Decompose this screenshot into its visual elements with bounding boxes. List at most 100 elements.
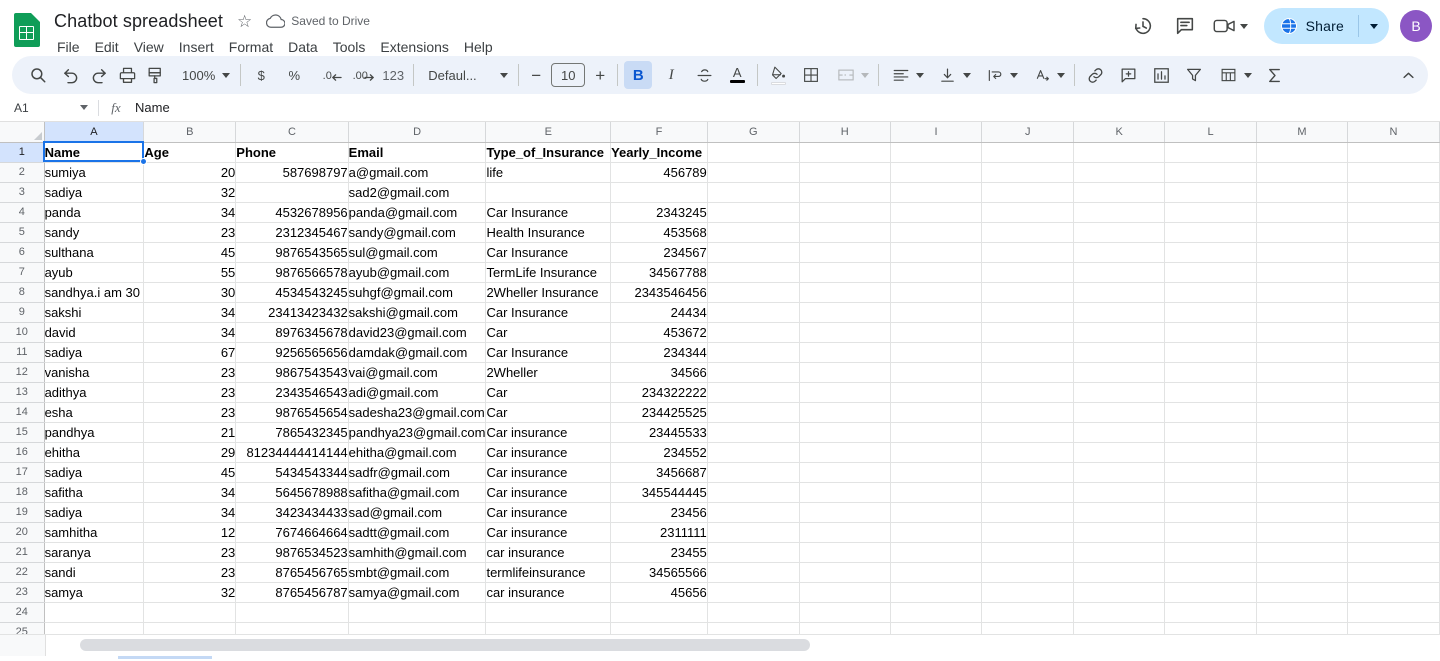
merge-cells-dropdown[interactable] [858, 61, 872, 89]
cell-A9[interactable]: sakshi [44, 302, 145, 323]
cell-C23[interactable]: 8765456787 [235, 582, 349, 603]
cell-G11[interactable] [707, 342, 800, 363]
cell-G18[interactable] [707, 482, 800, 503]
horizontal-align-dropdown[interactable] [913, 61, 927, 89]
cell-J17[interactable] [981, 462, 1075, 483]
collapse-toolbar-button[interactable] [1394, 61, 1422, 89]
cell-N11[interactable] [1347, 342, 1440, 363]
cell-C8[interactable]: 4534543245 [235, 282, 349, 303]
paint-format-icon[interactable] [141, 61, 169, 89]
cell-K18[interactable] [1073, 482, 1166, 503]
cell-F20[interactable]: 2311111 [610, 522, 708, 543]
cell-F18[interactable]: 345544445 [610, 482, 708, 503]
cell-E25[interactable] [485, 622, 612, 634]
menu-edit[interactable]: Edit [88, 37, 126, 57]
cell-L3[interactable] [1164, 182, 1257, 203]
cell-N1[interactable] [1347, 142, 1440, 163]
cell-K12[interactable] [1073, 362, 1166, 383]
cell-I2[interactable] [890, 162, 983, 183]
cell-A21[interactable]: saranya [44, 542, 145, 563]
cell-N6[interactable] [1347, 242, 1440, 263]
cell-E6[interactable]: Car Insurance [485, 242, 612, 263]
cell-I12[interactable] [890, 362, 983, 383]
cell-E8[interactable]: 2Wheller Insurance [485, 282, 612, 303]
cell-M20[interactable] [1256, 522, 1348, 543]
cell-L6[interactable] [1164, 242, 1257, 263]
cell-N8[interactable] [1347, 282, 1440, 303]
cell-N15[interactable] [1347, 422, 1440, 443]
cell-B16[interactable]: 29 [143, 442, 237, 463]
row-header-3[interactable]: 3 [0, 182, 45, 203]
cell-B3[interactable]: 32 [143, 182, 237, 203]
menu-help[interactable]: Help [457, 37, 500, 57]
document-title[interactable]: Chatbot spreadsheet [50, 10, 227, 33]
comment-icon[interactable] [1165, 6, 1205, 46]
cell-C12[interactable]: 9867543543 [235, 362, 349, 383]
cell-C25[interactable] [235, 622, 349, 634]
cell-N7[interactable] [1347, 262, 1440, 283]
vertical-align-button[interactable] [932, 61, 960, 89]
cell-H13[interactable] [799, 382, 891, 403]
cell-H21[interactable] [799, 542, 891, 563]
cell-M18[interactable] [1256, 482, 1348, 503]
cell-N16[interactable] [1347, 442, 1440, 463]
row-header-2[interactable]: 2 [0, 162, 45, 183]
text-wrapping-button[interactable] [979, 61, 1007, 89]
cell-A14[interactable]: esha [44, 402, 145, 423]
cell-H20[interactable] [799, 522, 891, 543]
cell-I3[interactable] [890, 182, 983, 203]
cell-E24[interactable] [485, 602, 612, 623]
cell-H11[interactable] [799, 342, 891, 363]
cell-I7[interactable] [890, 262, 983, 283]
cell-A25[interactable] [44, 622, 145, 634]
cell-I25[interactable] [890, 622, 983, 634]
cell-C22[interactable]: 8765456765 [235, 562, 349, 583]
cell-E20[interactable]: Car insurance [485, 522, 612, 543]
cell-G25[interactable] [707, 622, 800, 634]
cell-B19[interactable]: 34 [143, 502, 237, 523]
cell-N10[interactable] [1347, 322, 1440, 343]
cell-G21[interactable] [707, 542, 800, 563]
cell-D8[interactable]: suhgf@gmail.com [348, 282, 487, 303]
cell-G7[interactable] [707, 262, 800, 283]
formula-input[interactable] [125, 94, 1440, 121]
cell-M4[interactable] [1256, 202, 1348, 223]
cell-F5[interactable]: 453568 [610, 222, 708, 243]
cell-A23[interactable]: samya [44, 582, 145, 603]
text-color-button[interactable]: A [723, 61, 751, 89]
cell-B17[interactable]: 45 [143, 462, 237, 483]
fill-color-button[interactable] [764, 61, 792, 89]
cell-J16[interactable] [981, 442, 1075, 463]
menu-extensions[interactable]: Extensions [373, 37, 455, 57]
cell-G13[interactable] [707, 382, 800, 403]
italic-button[interactable]: I [657, 61, 685, 89]
cell-E16[interactable]: Car insurance [485, 442, 612, 463]
cell-D12[interactable]: vai@gmail.com [348, 362, 487, 383]
cell-M3[interactable] [1256, 182, 1348, 203]
cell-G5[interactable] [707, 222, 800, 243]
cell-C14[interactable]: 9876545654 [235, 402, 349, 423]
row-header-12[interactable]: 12 [0, 362, 45, 383]
font-family-selector[interactable]: Defaul... [420, 68, 512, 83]
cell-F22[interactable]: 34565566 [610, 562, 708, 583]
menu-view[interactable]: View [127, 37, 171, 57]
pivot-table-dropdown[interactable] [1241, 61, 1255, 89]
column-header-a[interactable]: A [44, 122, 145, 143]
row-header-10[interactable]: 10 [0, 322, 45, 343]
cell-M9[interactable] [1256, 302, 1348, 323]
cell-A12[interactable]: vanisha [44, 362, 145, 383]
cell-A24[interactable] [44, 602, 145, 623]
cell-I9[interactable] [890, 302, 983, 323]
cell-D17[interactable]: sadfr@gmail.com [348, 462, 487, 483]
cell-C24[interactable] [235, 602, 349, 623]
cell-M7[interactable] [1256, 262, 1348, 283]
cell-M12[interactable] [1256, 362, 1348, 383]
cell-K16[interactable] [1073, 442, 1166, 463]
row-header-4[interactable]: 4 [0, 202, 45, 223]
cell-I11[interactable] [890, 342, 983, 363]
cell-M25[interactable] [1256, 622, 1348, 634]
spreadsheet-grid[interactable]: A B C D E F G H I J K L M N 1 Name Age Phone Email Type_of_… [0, 122, 1440, 634]
cell-H7[interactable] [799, 262, 891, 283]
cell-I5[interactable] [890, 222, 983, 243]
column-header-j[interactable]: J [981, 122, 1075, 143]
